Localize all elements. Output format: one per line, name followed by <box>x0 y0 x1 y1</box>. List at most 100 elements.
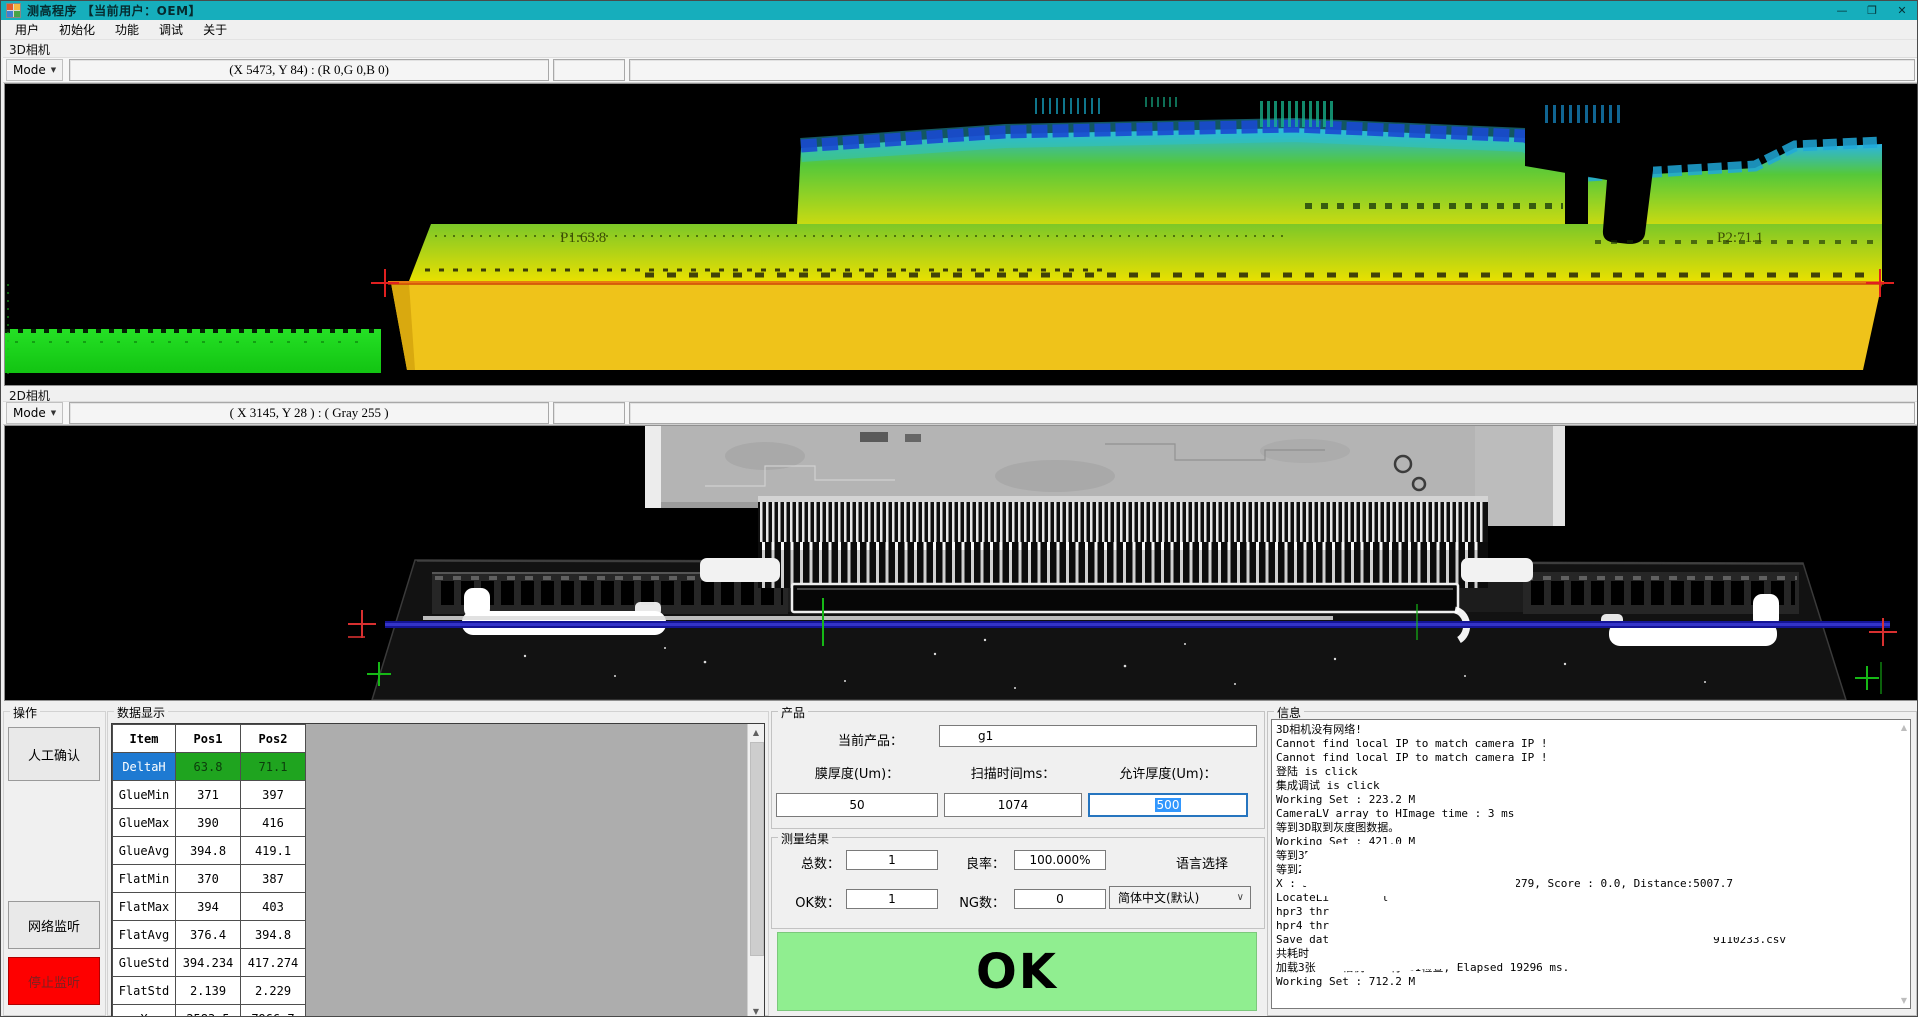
camera2d-view[interactable] <box>4 425 1918 701</box>
row-item: GlueStd <box>113 949 176 977</box>
height-map-image: P1:63.8 P2:71.1 <box>5 84 1917 385</box>
log-line: Working Set : 223.2 M <box>1276 793 1906 807</box>
row-item: FlatMin <box>113 865 176 893</box>
table-row[interactable]: FlatAvg376.4394.8 <box>113 921 306 949</box>
network-listen-button[interactable]: 网络监听 <box>8 901 100 949</box>
ok-count-label: OK数： <box>778 892 840 911</box>
row-value: 2.139 <box>176 977 241 1005</box>
row-value: 419.1 <box>241 837 306 865</box>
scroll-up-icon[interactable]: ▲ <box>1901 723 1907 732</box>
row-item: FlatStd <box>113 977 176 1005</box>
camera2d-mode-button[interactable]: Mode ▼ <box>6 402 63 424</box>
row-value: 370 <box>176 865 241 893</box>
menu-item-1[interactable]: 初始化 <box>49 20 105 40</box>
maximize-button[interactable]: ❐ <box>1857 1 1887 20</box>
chevron-down-icon: ▼ <box>51 66 56 74</box>
table-row[interactable]: GlueStd394.234417.274 <box>113 949 306 977</box>
row-value: 7966.7 <box>241 1005 306 1017</box>
menu-item-3[interactable]: 调试 <box>149 20 193 40</box>
table-row[interactable]: DeltaH63.871.1 <box>113 753 306 781</box>
stop-listen-button[interactable]: 停止监听 <box>8 957 100 1005</box>
ng-count-label: NG数： <box>951 892 1005 911</box>
camera3d-toolbar-box <box>553 59 625 81</box>
row-item: X <box>113 1005 176 1017</box>
close-button[interactable]: ✕ <box>1887 1 1917 20</box>
scroll-down-icon[interactable]: ▼ <box>748 1003 764 1017</box>
camera3d-toolbar-box <box>629 59 1915 81</box>
table-row[interactable]: GlueAvg394.8419.1 <box>113 837 306 865</box>
product-title: 产品 <box>778 704 808 721</box>
window-title: 测高程序 【当前用户：OEM】 <box>27 2 201 19</box>
log-line: 等到3D取到灰度图数据。 <box>1276 821 1906 835</box>
column-header[interactable]: Pos2 <box>241 725 306 753</box>
status-indicator: OK <box>777 932 1257 1011</box>
scan-time-label: 扫描时间ms： <box>944 763 1082 782</box>
p2-height-label: P2:71.1 <box>1717 230 1763 246</box>
application-window: 测高程序 【当前用户：OEM】 — ❐ ✕ 用户初始化功能调试关于 3D相机 M… <box>0 0 1918 1017</box>
results-title: 测量结果 <box>778 830 832 847</box>
camera3d-label: 3D相机 <box>9 41 50 58</box>
scroll-up-icon[interactable]: ▲ <box>748 724 764 740</box>
yield-label: 良率： <box>951 853 1005 872</box>
allow-thickness-input[interactable]: 500 <box>1088 793 1248 817</box>
table-row[interactable]: GlueMax390416 <box>113 809 306 837</box>
table-row[interactable]: FlatStd2.1392.229 <box>113 977 306 1005</box>
table-row[interactable]: FlatMax394403 <box>113 893 306 921</box>
row-value: 390 <box>176 809 241 837</box>
current-product-input[interactable]: g1 <box>939 725 1257 747</box>
row-item: FlatMax <box>113 893 176 921</box>
row-value: 394 <box>176 893 241 921</box>
camera3d-mode-button[interactable]: Mode ▼ <box>6 59 63 81</box>
log-line: 登陆 is click <box>1276 765 1906 779</box>
title-bar: 测高程序 【当前用户：OEM】 — ❐ ✕ <box>1 1 1917 20</box>
camera2d-pixel-readout: ( X 3145, Y 28 ) : ( Gray 255 ) <box>69 402 549 424</box>
status-text: OK <box>976 944 1058 1000</box>
table-row[interactable]: X2583.57966.7 <box>113 1005 306 1017</box>
grid-scrollbar-thumb[interactable] <box>750 742 764 956</box>
column-header[interactable]: Pos1 <box>176 725 241 753</box>
data-grid[interactable]: ItemPos1Pos2 DeltaH63.871.1GlueMin371397… <box>111 723 765 1017</box>
gray-image <box>5 426 1917 700</box>
row-value: 394.8 <box>176 837 241 865</box>
table-row[interactable]: GlueMin371397 <box>113 781 306 809</box>
log-line: 集成调试 is click <box>1276 779 1906 793</box>
log-line: Cannot find local IP to match camera IP … <box>1276 737 1906 751</box>
camera2d-toolbar: Mode ▼ ( X 3145, Y 28 ) : ( Gray 255 ) <box>3 401 1917 425</box>
total-count-label: 总数： <box>778 853 840 872</box>
p1-height-label: P1:63.8 <box>560 230 606 246</box>
row-value: 394.234 <box>176 949 241 977</box>
mode-button-label: Mode <box>13 406 46 420</box>
film-thickness-input[interactable]: 50 <box>776 793 938 817</box>
current-product-label: 当前产品： <box>807 730 903 749</box>
minimize-button[interactable]: — <box>1827 1 1857 20</box>
row-value: 394.8 <box>241 921 306 949</box>
menu-item-4[interactable]: 关于 <box>193 20 237 40</box>
total-count-input[interactable]: 1 <box>846 850 938 870</box>
row-item: GlueMin <box>113 781 176 809</box>
redaction-patch <box>1399 949 1459 969</box>
operations-title: 操作 <box>10 704 40 721</box>
ng-count-input[interactable]: 0 <box>1014 889 1106 909</box>
row-item: GlueMax <box>113 809 176 837</box>
scan-time-input[interactable]: 1074 <box>944 793 1082 817</box>
menu-item-2[interactable]: 功能 <box>105 20 149 40</box>
row-value: 416 <box>241 809 306 837</box>
log-line: Working Set : 712.2 M <box>1276 975 1906 989</box>
table-row[interactable]: FlatMin370387 <box>113 865 306 893</box>
scroll-down-icon[interactable]: ▼ <box>1901 996 1907 1005</box>
row-item: GlueAvg <box>113 837 176 865</box>
row-value: 397 <box>241 781 306 809</box>
redaction-patch <box>1386 856 1516 914</box>
ok-count-input[interactable]: 1 <box>846 889 938 909</box>
camera3d-view[interactable]: P1:63.8 P2:71.1 <box>4 83 1918 386</box>
camera2d-toolbar-box <box>629 402 1915 424</box>
menu-item-0[interactable]: 用户 <box>5 20 49 40</box>
grid-scrollbar[interactable]: ▲ ▼ <box>747 724 764 1017</box>
column-header[interactable]: Item <box>113 725 176 753</box>
table-header-row: ItemPos1Pos2 <box>113 725 306 753</box>
manual-confirm-button[interactable]: 人工确认 <box>8 727 100 781</box>
yield-input[interactable]: 100.000% <box>1014 850 1106 870</box>
language-select[interactable]: 简体中文(默认) ∨ <box>1109 886 1251 909</box>
row-item: DeltaH <box>113 753 176 781</box>
row-value: 387 <box>241 865 306 893</box>
